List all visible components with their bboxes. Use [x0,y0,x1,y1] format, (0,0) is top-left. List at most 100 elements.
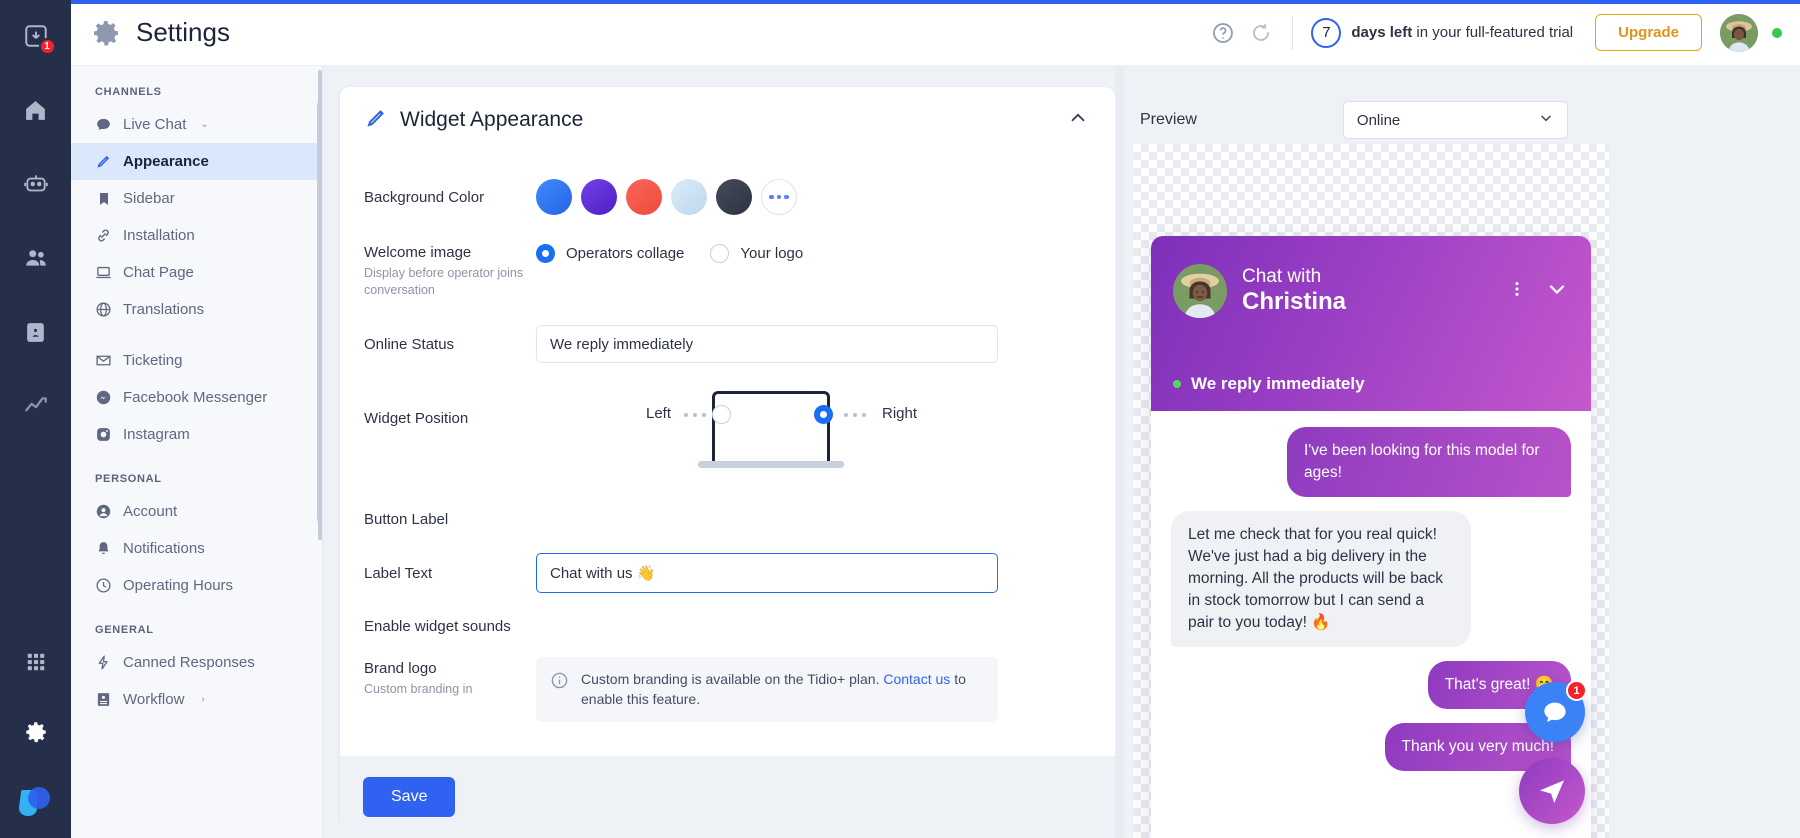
sidebar-item-facebook-messenger[interactable]: Facebook Messenger [71,379,322,416]
position-right-label: Right [882,405,917,422]
chatbot-icon [23,171,49,197]
tidio-logo [15,780,57,822]
sidebar-item-installation[interactable]: Installation [71,217,322,254]
avatar[interactable] [1720,14,1758,52]
rail-analytics-button[interactable] [14,384,58,428]
save-button[interactable]: Save [363,777,455,817]
widget-header-line2: Christina [1242,288,1346,316]
trial-text: days left in your full-featured trial [1351,24,1573,41]
color-swatch-red[interactable] [626,179,662,215]
label-button-label: Button Label [364,508,536,529]
rail-chatbot-button[interactable] [14,162,58,206]
color-swatch-blue[interactable] [536,179,572,215]
chevron-right-icon: › [201,694,204,705]
label-label-text: Label Text [364,562,536,583]
sidebar-item-live-chat[interactable]: Live Chat ⌄ [71,106,322,143]
row-online-status: Online Status [364,319,1091,369]
page-title: Settings [136,17,230,48]
kebab-menu-icon[interactable] [1507,279,1527,304]
help-button[interactable] [1204,14,1242,52]
preview-divider [1115,66,1124,838]
trial-info: 7 days left in your full-featured trial [1311,18,1573,48]
sidebar-item-translations[interactable]: Translations [71,291,322,328]
main-scrollbar[interactable] [317,102,322,522]
sidebar-item-label: Facebook Messenger [123,389,267,406]
sidebar-item-canned-responses[interactable]: Canned Responses [71,644,322,681]
label-online-status: Online Status [364,333,536,354]
sidebar-item-notifications[interactable]: Notifications [71,530,322,567]
online-status-input[interactable] [536,325,998,363]
card-title: Widget Appearance [400,108,583,132]
main-content: Widget Appearance Background Color [323,66,1800,838]
sidebar-item-label: Chat Page [123,264,194,281]
rail-apps-button[interactable] [14,640,58,684]
rail-visitors-button[interactable] [14,310,58,354]
position-left-radio[interactable] [712,405,731,424]
collapse-card-button[interactable] [1067,107,1089,134]
sidebar-item-ticketing[interactable]: Ticketing [71,342,322,379]
radio-your-logo[interactable]: Your logo [710,244,803,263]
message-row: That's great! 😁 [1171,661,1571,723]
widget-header-actions [1507,277,1569,306]
sidebar-item-workflow[interactable]: Workflow › [71,681,322,718]
radio-label: Operators collage [566,245,684,262]
settings-gear-icon [90,17,122,49]
label-background-color: Background Color [364,186,536,207]
floating-chat-button[interactable]: 1 [1525,682,1585,742]
label-text-input[interactable] [536,553,998,593]
brush-icon [95,153,112,170]
radio-label: Your logo [740,245,803,262]
inbox-badge: 1 [39,38,56,55]
online-status-control [536,325,1091,363]
laptop-base-shape [698,461,844,468]
widget-header-row: Chat with Christina [1173,264,1569,318]
upgrade-button[interactable]: Upgrade [1595,14,1702,51]
message-row: Thank you very much! [1171,723,1571,785]
preview-pane: Preview Online [1115,66,1800,838]
clock-icon [95,577,112,594]
sidebar-item-label: Appearance [123,153,209,170]
sidebar-item-label: Ticketing [123,352,182,369]
sidebar-item-instagram[interactable]: Instagram [71,416,322,453]
info-main-text: Custom branding is available on the Tidi… [581,671,879,687]
settings-rows: Background Color Welcome image Displa [340,167,1115,722]
sidebar-item-sidebar[interactable]: Sidebar [71,180,322,217]
sidebar-group-general: GENERAL [71,604,322,644]
rail-inbox-button[interactable]: 1 [14,14,58,58]
contact-us-link[interactable]: Contact us [883,671,950,687]
sidebar-item-appearance[interactable]: Appearance [71,143,322,180]
widget-operator-name: Chat with Christina [1242,266,1346,317]
envelope-icon [95,352,112,369]
radio-operators-collage[interactable]: Operators collage [536,244,684,263]
sidebar-item-operating-hours[interactable]: Operating Hours [71,567,322,604]
chevron-up-icon [1067,107,1089,129]
widget-position-control: Left Right [536,385,1091,493]
radio-indicator [710,244,729,263]
more-colors-button[interactable] [761,179,797,215]
message-bubble-visitor: I've been looking for this model for age… [1287,427,1571,497]
position-right-radio[interactable] [814,405,833,424]
refresh-button[interactable] [1242,14,1280,52]
preview-title: Preview [1140,111,1197,129]
floating-send-button[interactable] [1519,758,1585,824]
status-badge [1772,28,1782,38]
rail-contacts-button[interactable] [14,236,58,280]
header-divider [1292,16,1293,50]
avatar-illustration [1720,14,1758,52]
sidebar-item-chat-page[interactable]: Chat Page [71,254,322,291]
sidebar-item-account[interactable]: Account [71,493,322,530]
widget-appearance-card: Widget Appearance Background Color [340,87,1115,827]
color-swatch-light-blue[interactable] [671,179,707,215]
rail-settings-button[interactable] [14,710,58,754]
laptop-screen-shape [712,391,830,463]
color-swatch-purple[interactable] [581,179,617,215]
color-swatch-dark[interactable] [716,179,752,215]
row-button-label: Button Label [364,493,1091,545]
rail-home-button[interactable] [14,88,58,132]
preview-state-select[interactable]: Online [1343,101,1568,139]
minimize-widget-icon[interactable] [1545,277,1569,306]
chat-widget-preview: Chat with Christina [1151,236,1591,838]
user-circle-icon [95,503,112,520]
sidebar-item-label: Canned Responses [123,654,255,671]
link-icon [95,227,112,244]
